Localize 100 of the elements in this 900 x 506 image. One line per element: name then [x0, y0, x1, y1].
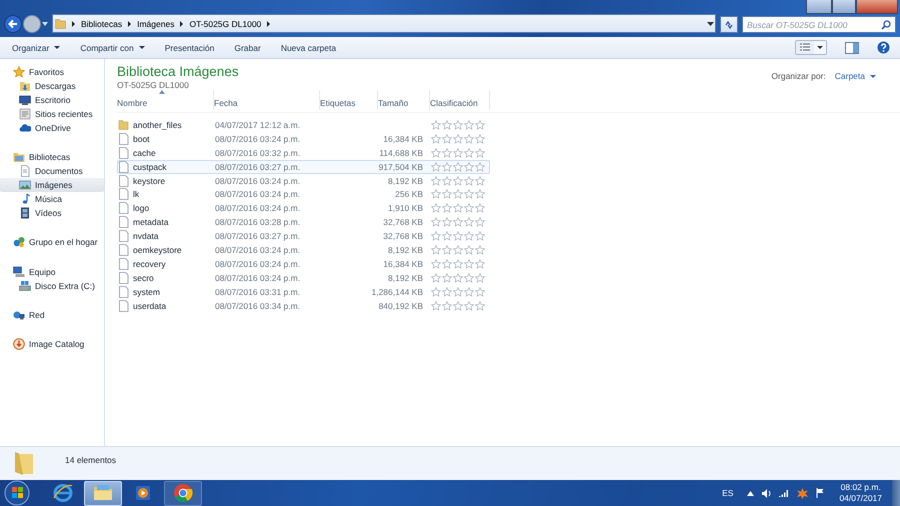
file-row[interactable]: another_files 04/07/2017 12:12 a.m.: [117, 118, 490, 132]
history-dropdown-icon[interactable]: [42, 21, 48, 27]
flag-icon[interactable]: [816, 488, 826, 498]
maximize-button[interactable]: [832, 0, 856, 14]
star-rating[interactable]: [431, 244, 485, 255]
sidebar-item[interactable]: Música: [0, 192, 104, 206]
star-icon: [442, 148, 452, 158]
star-rating[interactable]: [431, 258, 485, 269]
toolbar-button[interactable]: Grabar: [226, 40, 269, 56]
network-icon: [13, 309, 25, 321]
arrange-dropdown[interactable]: Carpeta: [834, 71, 876, 81]
file-row[interactable]: cache 08/07/2016 03:32 p.m. 114,688 KB: [117, 146, 490, 160]
sidebar-group[interactable]: Equipo: [0, 265, 104, 279]
file-name: nvdata: [133, 231, 159, 242]
column-header[interactable]: Nombre: [117, 90, 213, 110]
star-rating[interactable]: [431, 189, 485, 200]
column-header[interactable]: Clasificación: [430, 90, 489, 110]
refresh-button[interactable]: [720, 16, 738, 33]
start-button[interactable]: [4, 480, 30, 506]
sidebar-item[interactable]: Escritorio: [0, 93, 104, 107]
antivirus-icon[interactable]: [797, 488, 808, 498]
forward-button[interactable]: [23, 15, 41, 33]
star-rating[interactable]: [431, 231, 485, 242]
breadcrumb-link[interactable]: Imágenes: [137, 18, 174, 28]
file-icon: [118, 132, 129, 145]
file-size: 16,384 KB: [383, 258, 423, 269]
star-rating[interactable]: [431, 203, 485, 214]
sidebar-group[interactable]: Bibliotecas: [0, 150, 104, 164]
view-options-button[interactable]: [796, 41, 814, 54]
file-row[interactable]: boot 08/07/2016 03:24 p.m. 16,384 KB: [117, 132, 490, 146]
toolbar-button[interactable]: Compartir con: [72, 40, 153, 56]
file-row[interactable]: lk 08/07/2016 03:24 p.m. 256 KB: [117, 187, 490, 202]
star-rating[interactable]: [431, 148, 485, 158]
minimize-button[interactable]: [806, 0, 832, 14]
column-header[interactable]: Etiquetas: [320, 90, 377, 110]
star-rating[interactable]: [431, 286, 485, 297]
file-name: keystore: [133, 176, 166, 186]
sidebar-item[interactable]: Descargas: [0, 79, 104, 93]
volume-icon[interactable]: [762, 488, 772, 498]
file-row[interactable]: system 08/07/2016 03:31 p.m. 1,286,144 KB: [117, 284, 490, 299]
star-icon: [442, 300, 452, 311]
show-hidden-icons-button[interactable]: [747, 490, 754, 496]
sidebar-item[interactable]: Imágenes: [0, 178, 104, 192]
toolbar-button[interactable]: Organizar: [4, 40, 68, 56]
file-row[interactable]: recovery 08/07/2016 03:24 p.m. 16,384 KB: [117, 256, 490, 271]
column-header[interactable]: Tamaño: [378, 90, 429, 110]
star-rating[interactable]: [431, 134, 485, 144]
back-button[interactable]: [4, 15, 22, 33]
file-date: 08/07/2016 03:24 p.m.: [215, 258, 300, 269]
language-indicator[interactable]: ES: [722, 488, 734, 498]
sidebar-item[interactable]: OneDrive: [0, 121, 104, 135]
file-row[interactable]: keystore 08/07/2016 03:24 p.m. 8,192 KB: [117, 174, 490, 188]
sidebar-item[interactable]: Disco Extra (C:): [0, 279, 104, 293]
clock[interactable]: 08:02 p.m. 04/07/2017: [839, 482, 882, 504]
help-button[interactable]: [877, 41, 890, 54]
star-rating[interactable]: [431, 176, 485, 186]
file-row[interactable]: userdata 08/07/2016 03:34 p.m. 840,192 KB: [117, 298, 490, 312]
sidebar-group[interactable]: Grupo en el hogar: [0, 235, 104, 249]
file-icon: [118, 174, 129, 187]
star-rating[interactable]: [431, 272, 485, 283]
breadcrumb-link[interactable]: OT-5025G DL1000: [189, 18, 262, 28]
recent-places-icon: [19, 108, 31, 120]
column-header[interactable]: Fecha: [214, 90, 319, 110]
search-placeholder: Buscar OT-5025G DL1000: [747, 20, 848, 30]
dropdown-icon[interactable]: [707, 20, 715, 26]
toolbar-button[interactable]: Presentación: [156, 40, 222, 56]
file-row[interactable]: nvdata 08/07/2016 03:27 p.m. 32,768 KB: [117, 229, 490, 244]
sidebar-item[interactable]: Sitios recientes: [0, 107, 104, 121]
close-button[interactable]: [856, 0, 898, 14]
sidebar-item[interactable]: Documentos: [0, 164, 104, 178]
toolbar-button[interactable]: Nueva carpeta: [272, 40, 344, 56]
file-size: 8,192 KB: [388, 244, 423, 255]
sidebar-item[interactable]: Vídeos: [0, 206, 104, 220]
sidebar-group[interactable]: Red: [0, 308, 104, 322]
view-dropdown-button[interactable]: [814, 41, 826, 54]
file-row[interactable]: metadata 08/07/2016 03:28 p.m. 32,768 KB: [117, 215, 490, 230]
file-row[interactable]: logo 08/07/2016 03:24 p.m. 1,910 KB: [117, 201, 490, 216]
star-rating[interactable]: [431, 162, 485, 172]
file-icon: [118, 216, 129, 228]
preview-pane-button[interactable]: [845, 42, 859, 54]
star-icon: [431, 300, 441, 311]
address-bar[interactable]: Bibliotecas Imágenes OT-5025G DL1000: [52, 14, 716, 33]
sidebar-group[interactable]: Favoritos: [0, 65, 104, 79]
star-icon: [475, 286, 485, 297]
star-icon: [453, 300, 463, 311]
file-row[interactable]: custpack 08/07/2016 03:27 p.m. 917,504 KB: [117, 160, 490, 174]
breadcrumb-link[interactable]: Bibliotecas: [81, 18, 122, 28]
star-rating[interactable]: [431, 300, 485, 311]
file-date: 08/07/2016 03:32 p.m.: [215, 148, 300, 158]
star-rating[interactable]: [431, 120, 485, 130]
file-row[interactable]: secro 08/07/2016 03:24 p.m. 8,192 KB: [117, 270, 490, 285]
star-rating[interactable]: [431, 217, 485, 228]
star-icon: [442, 120, 452, 130]
star-icon: [431, 272, 441, 283]
taskbar-button[interactable]: [164, 480, 202, 506]
file-name: oemkeystore: [133, 244, 182, 255]
sidebar-group[interactable]: Image Catalog: [0, 337, 104, 351]
file-row[interactable]: oemkeystore 08/07/2016 03:24 p.m. 8,192 KB: [117, 243, 490, 257]
star-icon: [442, 134, 452, 144]
signal-bars-icon[interactable]: [779, 489, 790, 497]
